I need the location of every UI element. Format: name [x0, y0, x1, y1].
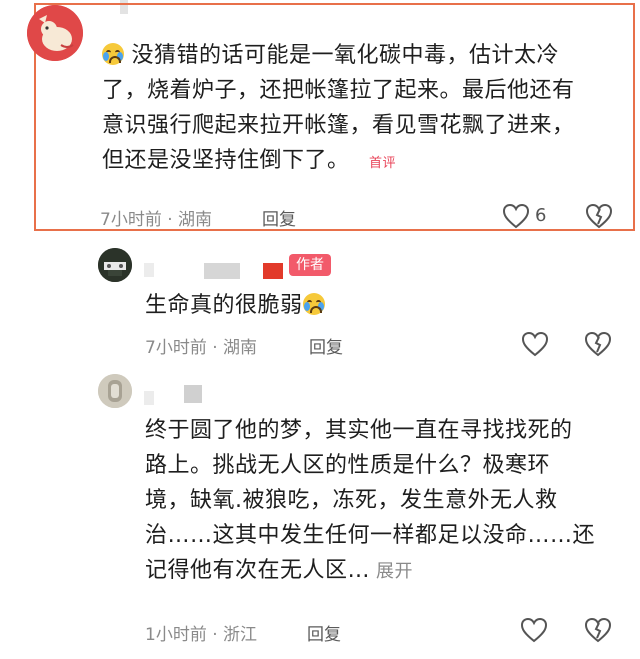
avatar-photo-icon [98, 248, 132, 282]
commenter-avatar[interactable] [98, 374, 132, 408]
comment-3-line-3: 境，缺氧.被狼吃，冻死，发生意外无人救 [145, 488, 558, 513]
crying-face-icon [102, 43, 124, 65]
comment-1-like-button[interactable]: 6 [502, 203, 562, 231]
author-avatar[interactable] [98, 248, 132, 282]
comment-1-line-4: 但还是没坚持住倒下了。 首评 [102, 148, 397, 173]
comment-2-dislike-button[interactable] [584, 331, 612, 359]
comment-3-line-5: 记得他有次在无人区… 展开 [145, 558, 414, 583]
author-name-blur-3 [263, 263, 283, 279]
avatar[interactable] [27, 5, 83, 61]
heart-icon [520, 617, 548, 643]
comment-2-text: 生命真的很脆弱 [145, 288, 325, 323]
avatar-photo-icon [98, 374, 132, 408]
comment-3-like-button[interactable] [520, 617, 548, 645]
comment-1-dislike-button[interactable] [585, 203, 613, 231]
comment-1-meta: 7小时前 · 湖南 [100, 210, 213, 230]
comment-1-line-1: 没猜错的话可能是一氧化碳中毒，估计太冷 [102, 38, 622, 73]
comment-1-like-count: 6 [535, 205, 547, 226]
comment-3-reply-button[interactable]: 回复 [307, 620, 341, 645]
broken-heart-icon [584, 617, 612, 643]
comment-1-line-3: 意识强行爬起来拉开帐篷，看见雪花飘了进来， [102, 113, 575, 138]
commenter-name-blur-2 [184, 385, 202, 403]
comment-2-reply-button[interactable]: 回复 [309, 333, 343, 358]
comment-3-dislike-button[interactable] [584, 617, 612, 645]
commenter-name-blur-1 [144, 391, 154, 405]
author-name-blur-2 [204, 263, 240, 279]
broken-heart-icon [584, 331, 612, 357]
avatar-illustration-icon [27, 5, 83, 61]
heart-icon [502, 203, 530, 229]
comment-3-meta: 1小时前 · 浙江 [145, 625, 258, 645]
broken-heart-icon [585, 203, 613, 229]
crying-face-icon [302, 293, 325, 315]
heart-icon [521, 331, 549, 357]
expand-button[interactable]: 展开 [376, 561, 413, 582]
first-comment-badge: 首评 [369, 156, 397, 171]
comment-3-line-2: 路上。挑战无人区的性质是什么？极寒环 [145, 453, 551, 478]
comment-1-text: 没猜错的话可能是一氧化碳中毒，估计太冷 了，烧着炉子，还把帐篷拉了起来。最后他还… [102, 38, 622, 181]
author-tag: 作者 [289, 254, 331, 276]
comment-3-text: 终于圆了他的梦，其实他一直在寻找找死的 路上。挑战无人区的性质是什么？极寒环 境… [145, 413, 615, 589]
comment-2-like-button[interactable] [521, 331, 549, 359]
comment-3-line-1: 终于圆了他的梦，其实他一直在寻找找死的 [145, 418, 573, 443]
comment-1-line-2: 了，烧着炉子，还把帐篷拉了起来。最后他还有 [102, 78, 575, 103]
author-name-blur-1 [144, 263, 154, 277]
comment-1-reply-button[interactable]: 回复 [262, 205, 296, 230]
comment-3-line-4: 治……这其中发生任何一样都足以没命……还 [145, 523, 596, 548]
comment-2-meta: 7小时前 · 湖南 [145, 338, 258, 358]
